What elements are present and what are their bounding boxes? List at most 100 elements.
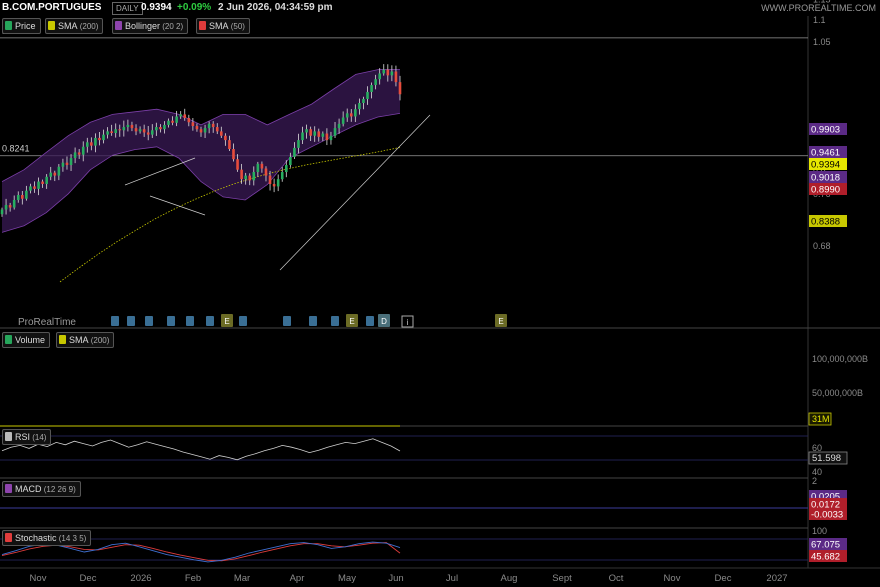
candle-body [195,125,199,130]
news-icon[interactable] [331,316,339,326]
candle[interactable] [280,167,284,182]
candle-body [81,146,85,155]
candle-body [358,103,361,110]
price-tick-label: 1.1 [813,15,826,25]
candle-body [228,140,231,150]
legend-color-swatch [5,335,12,344]
earnings-marker[interactable]: E [346,314,358,327]
candle-body [12,199,16,208]
marker-label: D [381,317,387,326]
candle-body [248,175,252,181]
candle-body [73,152,77,159]
legend-name: SMA [58,21,78,31]
macd-legend-tag[interactable]: MACD (12 26 9) [2,481,81,497]
candle-body [191,122,195,126]
stoch-tick-label: 100 [812,526,827,536]
candle-body [366,91,369,99]
news-icon[interactable] [239,316,247,326]
legend-color-swatch [5,533,12,542]
dividend-marker[interactable]: D [378,314,390,327]
price-legend-tag[interactable]: Bollinger (20 2) [112,18,189,34]
info-icon-glyph: i [407,318,409,327]
macd-tag-label: -0.0033 [811,510,843,521]
time-axis-label: Jul [446,573,458,584]
time-axis-label: 2027 [766,573,787,584]
candle-body [138,129,142,132]
trend-line[interactable] [124,157,196,186]
time-axis-label: Jun [388,573,403,584]
volume-legend-tag[interactable]: Volume [2,332,51,348]
rsi-legend-tag[interactable]: RSI (14) [2,429,52,445]
news-icon[interactable] [167,316,175,326]
news-icon[interactable] [186,316,194,326]
legend-name: RSI [15,432,31,442]
earnings-marker[interactable]: E [221,314,233,327]
price-legend-tag[interactable]: Price [2,18,41,34]
chart-canvas[interactable]: 1.05920.8241 EEDEiProRealTime 1.151.11.0… [0,0,880,587]
price-tag-label: 0.9018 [811,173,840,184]
candle-body [215,127,219,132]
candle-body [203,128,207,133]
candle-body [150,130,154,135]
candle-body [183,114,187,119]
candle-body [341,117,345,124]
candle-body [272,183,276,187]
legend-name: Stochastic [15,533,57,543]
candle-body [106,131,109,135]
candle-body [244,175,247,180]
stoch-tag-label: 45.682 [811,552,840,563]
rsi-last-label: 51.598 [812,453,841,464]
earnings-marker[interactable]: E [495,314,507,327]
price-legend-tag[interactable]: SMA (50) [196,18,250,34]
candle-body [33,186,36,189]
price-tag-label: 0.9394 [811,160,840,171]
candle-body [374,79,377,86]
legend-params: (20 2) [160,22,184,31]
candle-body [8,205,12,208]
candle-body [260,163,264,169]
rsi-line [1,438,401,461]
candle-body [126,124,130,128]
candle-body [382,69,386,74]
candle-body [159,127,162,130]
legend-name: Bollinger [125,21,161,31]
news-icon[interactable] [309,316,317,326]
legend-name: Volume [15,335,46,345]
candle-body [134,128,138,132]
time-axis-label: Nov [664,573,681,584]
news-icon[interactable] [145,316,153,326]
candle-body [69,158,73,166]
candle-body [236,159,239,170]
candle-body [293,147,296,157]
candle-body [94,137,97,146]
candle[interactable] [272,178,276,193]
candle-body [179,114,182,117]
news-icon[interactable] [127,316,135,326]
candle-body [37,181,40,189]
candle-body [390,71,394,76]
level-label: 0.8241 [2,144,30,154]
time-axis-label: Apr [290,573,305,584]
candle-body [41,181,44,184]
candle-body [4,205,8,210]
volume-tick-label: 50,000,000B [812,388,863,398]
price-legend-tag[interactable]: SMA (200) [45,18,104,34]
news-icon[interactable] [206,316,214,326]
volume-legend-tag[interactable]: SMA (200) [56,332,115,348]
candle-body [224,135,227,141]
candle-body [155,127,158,131]
candle-body [16,195,20,200]
candle-body [232,149,235,160]
price-tick-label: 0.68 [813,241,831,251]
legend-params: (200) [88,336,110,345]
candle-body [301,132,304,141]
legend-color-swatch [199,21,206,30]
stoch-legend-tag[interactable]: Stochastic (14 3 5) [2,530,92,546]
news-icon[interactable] [111,316,119,326]
time-axis-label: Sept [552,573,572,584]
news-icon[interactable] [283,316,291,326]
news-icon[interactable] [366,316,374,326]
time-axis-label: Feb [185,573,201,584]
candle[interactable] [276,174,280,192]
candle-body [110,131,113,133]
